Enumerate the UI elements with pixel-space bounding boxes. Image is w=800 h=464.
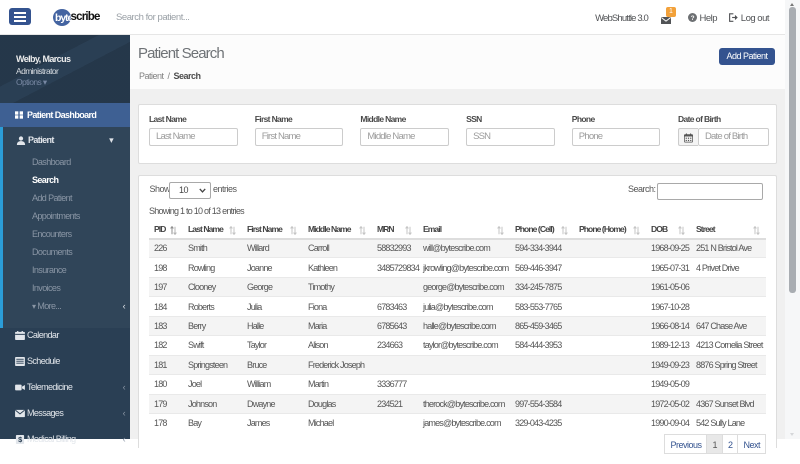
svg-text:?: ? — [691, 15, 695, 22]
